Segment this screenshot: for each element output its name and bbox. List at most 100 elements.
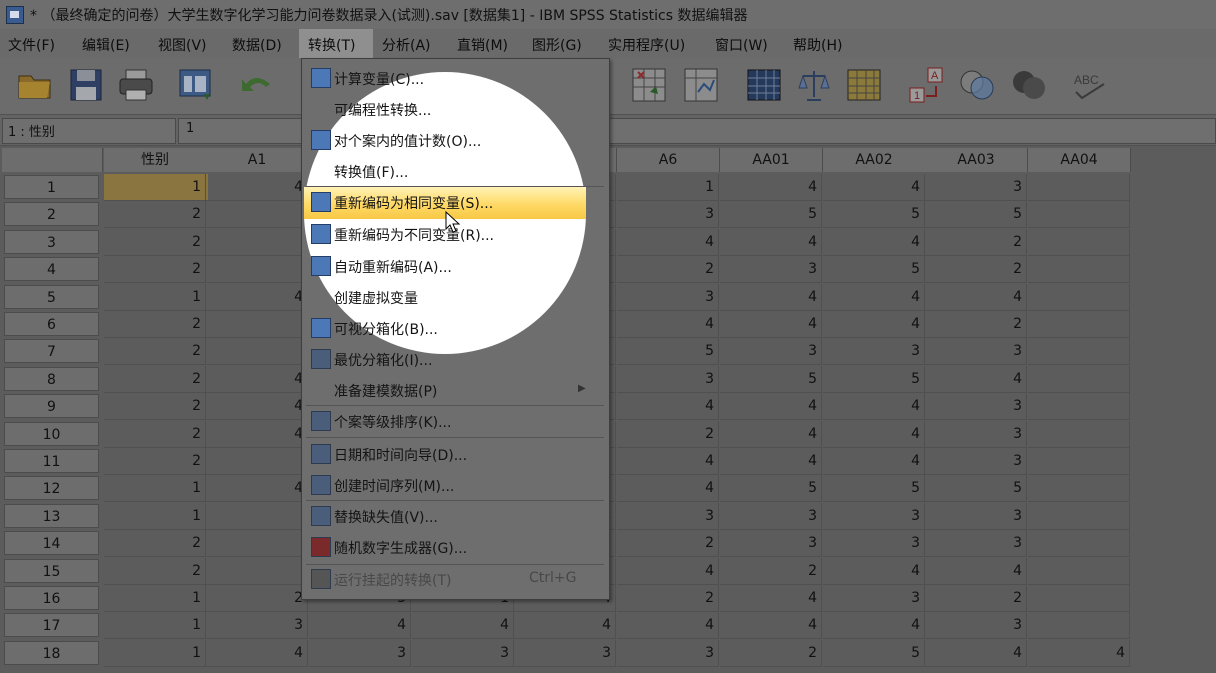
- data-cell[interactable]: 3: [925, 174, 1027, 201]
- data-cell[interactable]: 4: [823, 174, 925, 201]
- data-cell[interactable]: 2: [617, 585, 719, 612]
- data-cell[interactable]: 1: [104, 640, 206, 667]
- data-cell[interactable]: 2: [720, 558, 822, 585]
- data-cell[interactable]: 2: [104, 366, 206, 393]
- data-cell[interactable]: 4: [925, 558, 1027, 585]
- data-cell[interactable]: 3: [823, 530, 925, 557]
- data-cell[interactable]: 4: [309, 612, 411, 639]
- data-cell[interactable]: 2: [720, 640, 822, 667]
- data-cell[interactable]: [1028, 366, 1130, 393]
- weight-cases-icon[interactable]: [795, 66, 833, 104]
- data-cell[interactable]: 2: [925, 311, 1027, 338]
- dialog-recall-icon[interactable]: [178, 66, 216, 104]
- column-header[interactable]: A6: [617, 148, 720, 172]
- data-cell[interactable]: 3: [925, 530, 1027, 557]
- data-cell[interactable]: 4: [617, 558, 719, 585]
- use-sets-icon[interactable]: [958, 66, 996, 104]
- data-cell[interactable]: 5: [617, 338, 719, 365]
- data-cell[interactable]: [1028, 338, 1130, 365]
- menu-direct-marketing[interactable]: 直销(M): [457, 35, 508, 55]
- split-file-icon[interactable]: [745, 66, 783, 104]
- data-cell[interactable]: [206, 530, 308, 557]
- data-cell[interactable]: 2: [104, 421, 206, 448]
- menu-file[interactable]: 文件(F): [8, 35, 55, 55]
- data-cell[interactable]: [206, 338, 308, 365]
- data-cell[interactable]: [1028, 612, 1130, 639]
- data-cell[interactable]: 3: [925, 612, 1027, 639]
- data-cell[interactable]: 1: [617, 174, 719, 201]
- data-cell[interactable]: 4: [617, 311, 719, 338]
- data-cell[interactable]: 3: [617, 503, 719, 530]
- data-cell[interactable]: 5: [720, 475, 822, 502]
- data-cell[interactable]: 3: [925, 421, 1027, 448]
- data-cell[interactable]: [206, 311, 308, 338]
- data-cell[interactable]: [1028, 201, 1130, 228]
- data-cell[interactable]: 5: [720, 366, 822, 393]
- data-cell[interactable]: 4: [206, 475, 308, 502]
- data-cell[interactable]: 4: [617, 612, 719, 639]
- data-cell[interactable]: 4: [412, 612, 514, 639]
- menu-view[interactable]: 视图(V): [158, 35, 207, 55]
- data-cell[interactable]: 3: [309, 640, 411, 667]
- data-cell[interactable]: 2: [104, 256, 206, 283]
- column-header[interactable]: AA01: [720, 148, 823, 172]
- column-header[interactable]: A1: [206, 148, 309, 172]
- row-header[interactable]: 11: [4, 449, 99, 473]
- data-cell[interactable]: 1: [104, 612, 206, 639]
- data-cell[interactable]: 5: [823, 256, 925, 283]
- menu-edit[interactable]: 编辑(E): [82, 35, 130, 55]
- row-header[interactable]: 10: [4, 422, 99, 446]
- data-cell[interactable]: [206, 229, 308, 256]
- data-cell[interactable]: 2: [104, 311, 206, 338]
- data-cell[interactable]: 2: [617, 421, 719, 448]
- data-cell[interactable]: 4: [617, 393, 719, 420]
- row-header[interactable]: 7: [4, 339, 99, 363]
- row-header[interactable]: 12: [4, 476, 99, 500]
- data-cell[interactable]: [1028, 585, 1130, 612]
- row-header[interactable]: 6: [4, 312, 99, 336]
- data-cell[interactable]: 2: [104, 338, 206, 365]
- data-cell[interactable]: 2: [206, 585, 308, 612]
- data-cell[interactable]: 3: [720, 256, 822, 283]
- row-header[interactable]: 16: [4, 586, 99, 610]
- row-header[interactable]: 4: [4, 257, 99, 281]
- data-cell[interactable]: 2: [925, 229, 1027, 256]
- data-cell[interactable]: 4: [823, 421, 925, 448]
- data-cell[interactable]: 2: [104, 393, 206, 420]
- row-header[interactable]: 15: [4, 559, 99, 583]
- column-header[interactable]: AA03: [925, 148, 1028, 172]
- data-cell[interactable]: 4: [720, 448, 822, 475]
- menu-window[interactable]: 窗口(W): [715, 35, 768, 55]
- data-cell[interactable]: 3: [925, 338, 1027, 365]
- data-cell[interactable]: 3: [720, 338, 822, 365]
- data-cell[interactable]: 4: [206, 366, 308, 393]
- row-header[interactable]: 14: [4, 531, 99, 555]
- data-cell[interactable]: 2: [104, 530, 206, 557]
- data-cell[interactable]: 3: [925, 393, 1027, 420]
- data-cell[interactable]: 2: [617, 530, 719, 557]
- data-cell[interactable]: 5: [720, 201, 822, 228]
- print-icon[interactable]: [117, 66, 155, 104]
- data-cell[interactable]: [206, 503, 308, 530]
- data-cell[interactable]: 3: [617, 366, 719, 393]
- row-header[interactable]: 8: [4, 367, 99, 391]
- data-cell[interactable]: 4: [823, 284, 925, 311]
- data-cell[interactable]: 3: [925, 503, 1027, 530]
- data-cell[interactable]: 3: [823, 338, 925, 365]
- data-cell[interactable]: 1: [104, 174, 206, 201]
- data-cell[interactable]: 4: [1028, 640, 1130, 667]
- data-cell[interactable]: 4: [925, 366, 1027, 393]
- data-cell[interactable]: 5: [823, 201, 925, 228]
- data-cell[interactable]: 3: [720, 530, 822, 557]
- data-cell[interactable]: 4: [720, 585, 822, 612]
- data-cell[interactable]: 4: [617, 229, 719, 256]
- data-cell[interactable]: [1028, 229, 1130, 256]
- menu-help[interactable]: 帮助(H): [793, 35, 842, 55]
- data-cell[interactable]: 3: [617, 284, 719, 311]
- row-header[interactable]: 17: [4, 613, 99, 637]
- row-header[interactable]: 3: [4, 230, 99, 254]
- data-cell[interactable]: 3: [514, 640, 616, 667]
- data-cell[interactable]: 3: [617, 201, 719, 228]
- goto-case-icon[interactable]: [630, 66, 668, 104]
- data-cell[interactable]: [206, 448, 308, 475]
